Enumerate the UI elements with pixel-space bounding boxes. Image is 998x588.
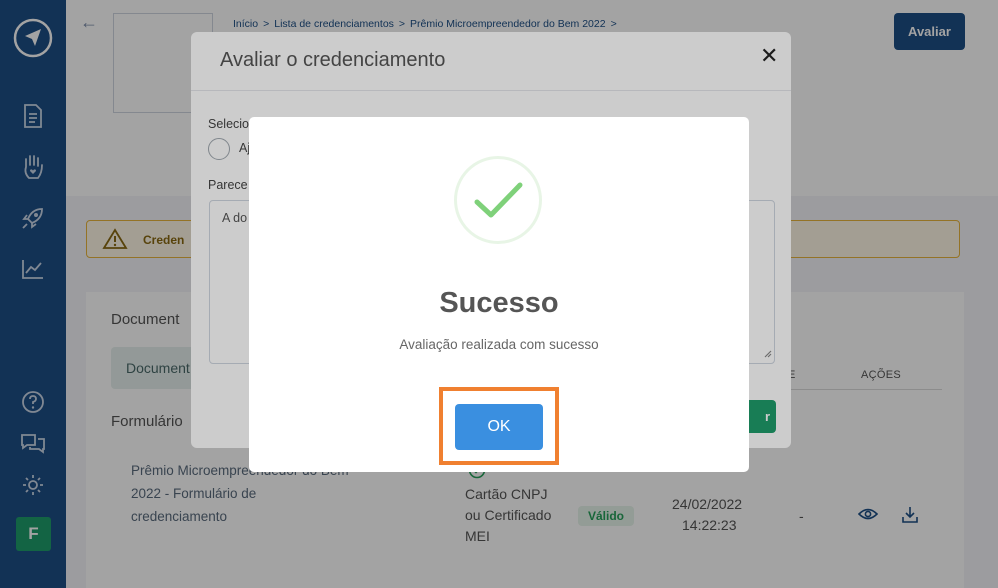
success-message: Avaliação realizada com sucesso — [399, 337, 599, 352]
success-title: Sucesso — [439, 287, 559, 319]
success-check-icon — [454, 156, 542, 244]
ok-button[interactable]: OK — [455, 404, 543, 450]
